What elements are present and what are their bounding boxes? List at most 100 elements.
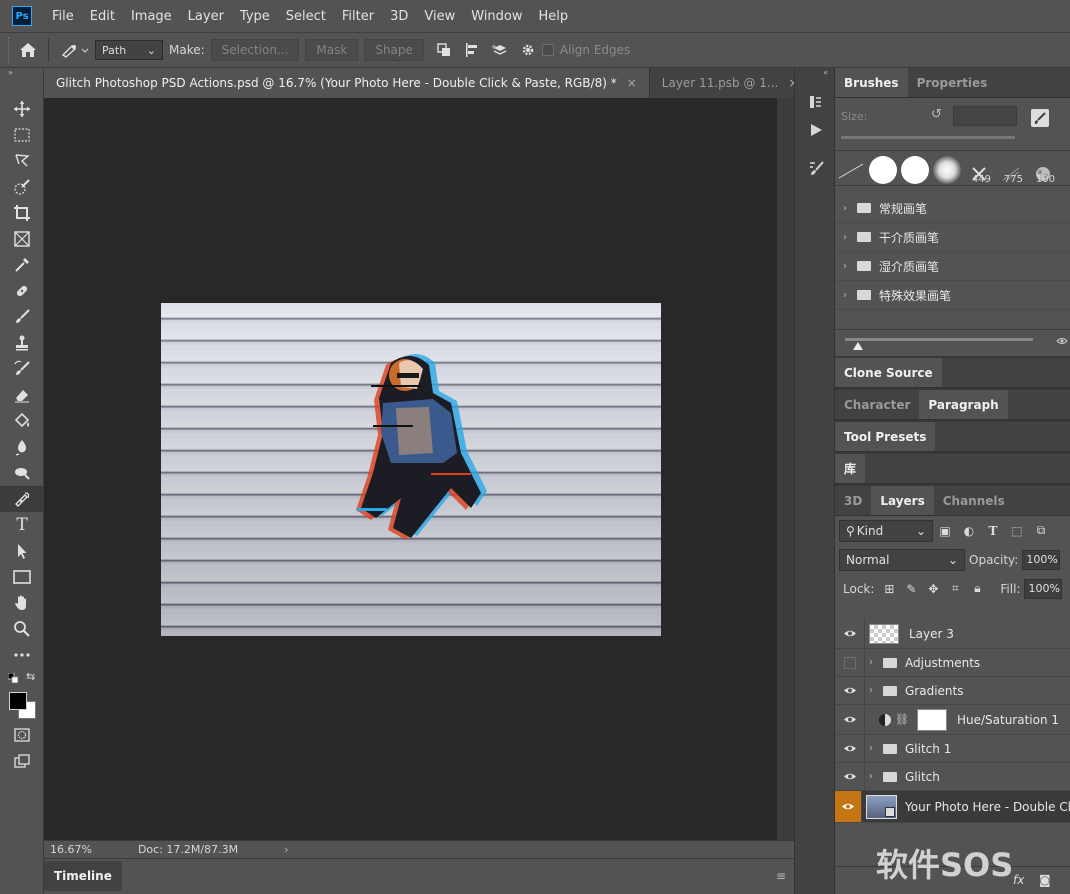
layer-row-your-photo[interactable]: Your Photo Here - Double Click <box>835 791 1070 823</box>
path-alignment-icon[interactable] <box>458 36 486 64</box>
photoshop-logo-icon[interactable]: Ps <box>12 6 32 26</box>
path-selection-tool-icon[interactable] <box>0 538 44 564</box>
tab-layers[interactable]: Layers <box>871 486 934 515</box>
history-brush-tool-icon[interactable] <box>0 356 44 382</box>
menu-image[interactable]: Image <box>123 9 180 24</box>
tab-clone-source[interactable]: Clone Source <box>835 358 942 387</box>
history-panel-icon[interactable] <box>795 88 836 116</box>
layer-row-adjustments[interactable]: › Adjustments <box>835 649 1070 677</box>
eye-icon[interactable] <box>835 735 865 762</box>
tab-library[interactable]: 库 <box>835 454 866 483</box>
curvature-pen-tool-icon[interactable] <box>0 486 44 512</box>
crop-tool-icon[interactable] <box>0 200 44 226</box>
quick-selection-tool-icon[interactable] <box>0 174 44 200</box>
brush-folder[interactable]: › 常规画笔 <box>835 194 1070 223</box>
brush-preset-hard-round-2[interactable] <box>899 152 931 184</box>
curvature-pen-preset-icon[interactable] <box>55 36 95 64</box>
tab-character[interactable]: Character <box>835 390 920 419</box>
brush-preset-soft-round[interactable] <box>931 152 963 184</box>
document-tab-layer11[interactable]: Layer 11.psb @ 1... × <box>649 68 812 98</box>
tab-3d[interactable]: 3D <box>835 486 872 515</box>
zoom-level[interactable]: 16.67% <box>50 843 92 856</box>
brush-preview-slider-thumb[interactable] <box>853 342 863 350</box>
pixel-filter-icon[interactable]: ▣ <box>933 524 957 538</box>
brush-preview-slider[interactable] <box>845 338 1033 341</box>
layer-filter-select[interactable]: ⚲ Kind ⌄ <box>839 519 933 542</box>
blend-mode-select[interactable]: Normal ⌄ <box>839 548 965 571</box>
marquee-tool-icon[interactable] <box>0 122 44 148</box>
chevron-right-icon[interactable]: › <box>869 743 881 754</box>
healing-brush-tool-icon[interactable] <box>0 278 44 304</box>
blur-tool-icon[interactable] <box>0 434 44 460</box>
lock-transparent-icon[interactable]: ⊞ <box>878 582 900 596</box>
status-menu-arrow[interactable]: › <box>284 843 288 856</box>
zoom-tool-icon[interactable] <box>0 616 44 642</box>
eye-icon[interactable] <box>835 705 865 734</box>
rectangle-tool-icon[interactable] <box>0 564 44 590</box>
brush-preset-hard-line[interactable] <box>835 152 867 184</box>
hand-tool-icon[interactable] <box>0 590 44 616</box>
tab-channels[interactable]: Channels <box>933 486 1014 515</box>
smart-object-thumbnail[interactable] <box>866 794 898 819</box>
brush-folder[interactable]: › 干介质画笔 <box>835 223 1070 252</box>
menu-edit[interactable]: Edit <box>82 9 123 24</box>
reset-rotation-icon[interactable]: ↺ <box>931 107 942 122</box>
eye-icon[interactable] <box>835 619 865 648</box>
opacity-input[interactable]: 100% <box>1022 549 1061 570</box>
type-filter-icon[interactable]: T <box>981 524 1005 538</box>
chevron-right-icon[interactable]: › <box>869 657 881 668</box>
brush-size-input[interactable] <box>953 106 1017 126</box>
brush-folder[interactable]: › 湿介质画笔 <box>835 252 1070 281</box>
lock-image-icon[interactable]: ✎ <box>900 582 922 596</box>
menu-select[interactable]: Select <box>278 9 334 24</box>
timeline-menu-icon[interactable]: ≡ <box>776 869 786 883</box>
brush-preset-775[interactable]: 775 <box>995 152 1027 185</box>
brush-tool-icon[interactable] <box>0 304 44 330</box>
add-mask-icon[interactable]: ◙ <box>1039 873 1051 887</box>
dodge-tool-icon[interactable] <box>0 460 44 486</box>
quick-mask-icon[interactable] <box>0 722 44 748</box>
layer-effects-button[interactable]: fx <box>1013 873 1024 887</box>
tab-properties[interactable]: Properties <box>907 68 997 97</box>
tab-tool-presets[interactable]: Tool Presets <box>835 422 936 451</box>
brush-preset-100[interactable]: 100 <box>1027 152 1059 185</box>
tab-timeline[interactable]: Timeline <box>44 861 122 891</box>
brush-preset-hard-round[interactable] <box>867 152 899 184</box>
foreground-color-swatch[interactable] <box>9 692 27 710</box>
paint-bucket-tool-icon[interactable] <box>0 408 44 434</box>
fill-input[interactable]: 100% <box>1024 578 1063 599</box>
lock-all-icon[interactable]: 🔒︎ <box>966 581 988 596</box>
canvas-area[interactable] <box>44 98 777 840</box>
eye-icon[interactable] <box>835 791 863 822</box>
layer-row-gradients[interactable]: › Gradients <box>835 677 1070 705</box>
actions-play-icon[interactable] <box>795 116 836 144</box>
brush-preset-449[interactable]: 449 <box>963 152 995 185</box>
path-operations-icon[interactable] <box>430 36 458 64</box>
document-tab-active[interactable]: Glitch Photoshop PSD Actions.psd @ 16.7%… <box>44 68 650 98</box>
gear-icon[interactable] <box>514 36 542 64</box>
layer-row-glitch[interactable]: › Glitch <box>835 763 1070 791</box>
close-icon[interactable]: × <box>627 76 637 90</box>
visibility-toggle[interactable] <box>835 649 865 676</box>
smart-object-filter-icon[interactable]: ⧉ <box>1029 523 1053 538</box>
canvas-vertical-scrollbar[interactable] <box>777 98 794 840</box>
menu-type[interactable]: Type <box>232 9 278 24</box>
tab-brushes[interactable]: Brushes <box>835 68 908 97</box>
make-shape-button[interactable]: Shape <box>364 39 424 61</box>
menu-layer[interactable]: Layer <box>180 9 232 24</box>
layer-row-layer-3[interactable]: Layer 3 <box>835 619 1070 649</box>
more-tools-icon[interactable] <box>0 642 44 668</box>
screen-mode-icon[interactable] <box>0 748 44 774</box>
brush-settings-icon[interactable] <box>795 154 836 182</box>
menu-3d[interactable]: 3D <box>382 9 416 24</box>
adjustment-filter-icon[interactable]: ◐ <box>957 524 981 538</box>
menu-filter[interactable]: Filter <box>334 9 382 24</box>
home-icon[interactable] <box>14 36 42 64</box>
align-edges-checkbox[interactable] <box>541 44 554 56</box>
eye-icon[interactable] <box>835 763 865 790</box>
lock-artboard-icon[interactable]: ⌗ <box>944 581 966 596</box>
eye-icon[interactable] <box>835 677 865 704</box>
default-colors-icon[interactable] <box>7 672 19 684</box>
document-image[interactable] <box>161 303 661 636</box>
frame-tool-icon[interactable] <box>0 226 44 252</box>
